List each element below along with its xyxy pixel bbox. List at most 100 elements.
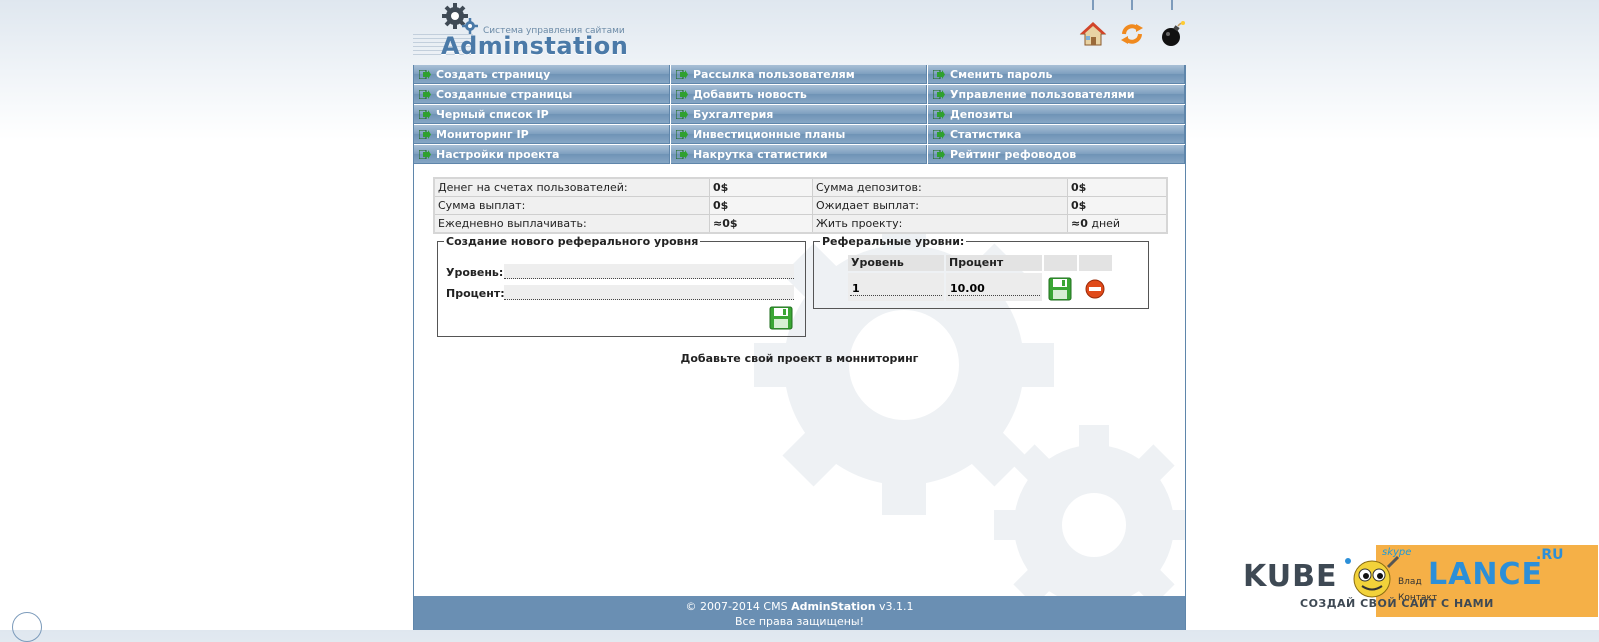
menu-statistics[interactable]: Статистика xyxy=(928,125,1185,144)
level-input[interactable] xyxy=(504,264,794,279)
stat-label: Сумма выплат: xyxy=(433,196,710,215)
menu-referrer-rating[interactable]: Рейтинг рефоводов xyxy=(928,145,1185,164)
level-label: Уровень: xyxy=(446,266,504,279)
main-panel: Создать страницу Рассылка пользователям … xyxy=(413,65,1186,630)
save-icon[interactable] xyxy=(769,306,793,330)
percent-row: Процент: xyxy=(446,285,796,303)
arrow-right-icon xyxy=(933,110,945,119)
percent-cell xyxy=(946,273,1042,301)
stat-label: Денег на счетах пользователей: xyxy=(433,177,710,197)
bomb-button[interactable] xyxy=(1158,0,1186,48)
row-percent-input[interactable] xyxy=(948,281,1040,296)
save-icon[interactable] xyxy=(1048,277,1072,301)
app-root: Система управления сайтами Adminstation xyxy=(0,0,1599,642)
col-blank xyxy=(1044,255,1077,271)
stat-unit: дней xyxy=(1087,217,1121,230)
row-level-input[interactable] xyxy=(850,281,942,296)
menu-create-page[interactable]: Создать страницу xyxy=(414,65,670,84)
ref-levels-box: Реферальные уровни: Уровень Процент xyxy=(813,235,1149,309)
level-row: Уровень: xyxy=(446,264,796,282)
logo-name: Adminstation xyxy=(441,32,629,60)
delete-icon[interactable] xyxy=(1085,279,1105,299)
col-percent-header: Процент xyxy=(946,255,1042,271)
percent-label: Процент: xyxy=(446,287,505,300)
bomb-icon xyxy=(1162,21,1185,46)
arrow-right-icon xyxy=(676,70,688,79)
menu-deposits[interactable]: Депозиты xyxy=(928,105,1185,124)
menu-created-pages[interactable]: Созданные страницы xyxy=(414,85,670,104)
arrow-right-icon xyxy=(676,110,688,119)
col-level-header: Уровень xyxy=(848,255,944,271)
menu-label: Добавить новость xyxy=(693,88,807,101)
arrow-right-icon xyxy=(933,70,945,79)
monitoring-notice: Добавьте свой проект в монниторинг xyxy=(680,352,919,365)
logo[interactable]: Система управления сайтами Adminstation xyxy=(413,0,628,62)
menu-user-mailing[interactable]: Рассылка пользователям xyxy=(671,65,927,84)
refresh-icon xyxy=(1121,24,1143,44)
menu-accounting[interactable]: Бухгалтерия xyxy=(671,105,927,124)
copyright-brand: AdminStation xyxy=(791,600,876,613)
menu-label: Настройки проекта xyxy=(436,148,560,161)
create-level-legend: Создание нового реферального уровня xyxy=(446,235,699,248)
arrow-right-icon xyxy=(676,90,688,99)
kube-tagline: СОЗДАЙ СВОЙ САЙТ С НАМИ xyxy=(1300,597,1494,610)
main-menu: Создать страницу Рассылка пользователям … xyxy=(414,65,1185,167)
menu-label: Создать страницу xyxy=(436,68,551,81)
menu-investment-plans[interactable]: Инвестиционные планы xyxy=(671,125,927,144)
home-button[interactable] xyxy=(1079,0,1107,48)
menu-change-password[interactable]: Сменить пароль xyxy=(928,65,1185,84)
menu-label: Бухгалтерия xyxy=(693,108,774,121)
hanger xyxy=(1131,0,1133,10)
arrow-right-icon xyxy=(419,130,431,139)
ref-levels-legend: Реферальные уровни: xyxy=(822,235,965,248)
menu-label: Мониторинг IP xyxy=(436,128,529,141)
stat-value: 0$ xyxy=(709,196,813,215)
menu-label: Статистика xyxy=(950,128,1022,141)
stat-value-cell: ≈0 дней xyxy=(1067,214,1168,234)
home-icon xyxy=(1079,22,1107,46)
lance-text: LANCE xyxy=(1428,557,1543,592)
stat-label: Жить проекту: xyxy=(812,214,1068,234)
arrow-right-icon xyxy=(419,90,431,99)
stat-value: 0$ xyxy=(709,177,813,197)
hanger xyxy=(1171,0,1173,10)
mascot-icon xyxy=(1345,555,1400,598)
arrow-right-icon xyxy=(419,70,431,79)
stat-label: Ожидает выплат: xyxy=(812,196,1068,215)
contact-line-1: Влад xyxy=(1398,577,1422,587)
arrow-right-icon xyxy=(676,130,688,139)
stat-label: Сумма депозитов: xyxy=(812,177,1068,197)
ru-text: .RU xyxy=(1536,547,1564,563)
menu-label: Рейтинг рефоводов xyxy=(950,148,1077,161)
menu-ip-blacklist[interactable]: Черный список IP xyxy=(414,105,670,124)
copyright-line: © 2007-2014 CMS AdminStation v3.1.1 xyxy=(414,599,1185,614)
create-level-form: Создание нового реферального уровня Уров… xyxy=(437,235,806,337)
menu-label: Депозиты xyxy=(950,108,1013,121)
menu-user-management[interactable]: Управление пользователями xyxy=(928,85,1185,104)
menu-label: Созданные страницы xyxy=(436,88,573,101)
arrow-right-icon xyxy=(933,90,945,99)
kubelance-watermark: skype Влад Контакт KUBE LANCE .RU СОЗДАЙ… xyxy=(1240,545,1599,630)
percent-input[interactable] xyxy=(504,285,794,300)
arrow-right-icon xyxy=(419,110,431,119)
stat-label: Ежедневно выплачивать: xyxy=(433,214,710,234)
menu-stats-boost[interactable]: Накрутка статистики xyxy=(671,145,927,164)
menu-label: Инвестиционные планы xyxy=(693,128,846,141)
stat-value: 0$ xyxy=(1067,177,1168,197)
stat-value: ≈0$ xyxy=(709,214,813,234)
menu-label: Сменить пароль xyxy=(950,68,1053,81)
corner-circle xyxy=(12,612,42,642)
table-row: Сумма выплат: 0$ Ожидает выплат: 0$ xyxy=(433,196,1168,215)
arrow-right-icon xyxy=(933,150,945,159)
menu-ip-monitoring[interactable]: Мониторинг IP xyxy=(414,125,670,144)
menu-project-settings[interactable]: Настройки проекта xyxy=(414,145,670,164)
rights-line: Все права защищены! xyxy=(734,615,864,628)
refresh-button[interactable] xyxy=(1118,0,1146,48)
menu-label: Рассылка пользователям xyxy=(693,68,855,81)
arrow-right-icon xyxy=(676,150,688,159)
arrow-right-icon xyxy=(419,150,431,159)
menu-add-news[interactable]: Добавить новость xyxy=(671,85,927,104)
copyright-prefix: © 2007-2014 CMS xyxy=(685,600,792,613)
table-row: Ежедневно выплачивать: ≈0$ Жить проекту:… xyxy=(433,214,1168,234)
footer: © 2007-2014 CMS AdminStation v3.1.1 Все … xyxy=(414,596,1185,630)
